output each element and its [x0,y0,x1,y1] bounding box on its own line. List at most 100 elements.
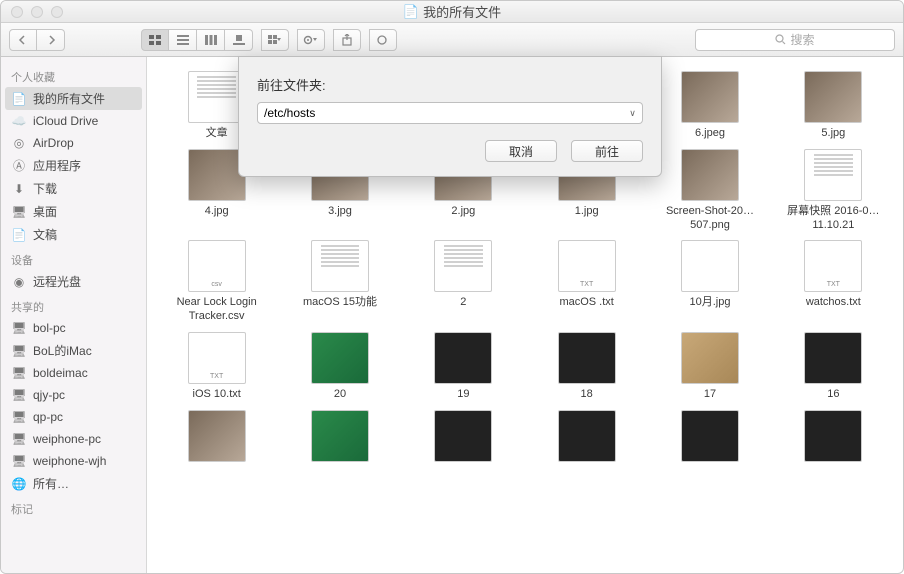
sidebar-item[interactable]: ◉ 远程光盘 [1,270,146,293]
sidebar: 个人收藏 📄 我的所有文件 ☁️iCloud Drive ◎ AirDrop Ⓐ应用程序⬇下… [1,57,147,573]
files-icon: 📄 [11,91,27,107]
cloud-icon: ☁️ [11,113,27,129]
file-item[interactable]: 2 [404,240,523,324]
file-item[interactable] [280,410,399,466]
globe-icon: 🌐 [11,476,27,492]
display-icon: 🖥 [11,365,27,381]
sidebar-item-label: 所有… [33,475,69,492]
cancel-button[interactable]: 取消 [485,140,557,162]
file-item[interactable] [404,410,523,466]
sidebar-item[interactable]: 🖥boldeimac [1,362,146,384]
coverflow-view-button[interactable] [225,29,253,51]
file-thumbnail [434,240,492,292]
file-item[interactable]: 19 [404,332,523,402]
file-item[interactable]: macOS .txt [527,240,646,324]
tags-button[interactable] [369,29,397,51]
file-thumbnail [188,240,246,292]
file-item[interactable]: 6.jpeg [650,71,769,141]
file-item[interactable] [527,410,646,466]
folder-path-input[interactable] [257,102,627,124]
sidebar-item[interactable]: 🖥BoL的iMac [1,339,146,362]
forward-button[interactable] [37,29,65,51]
file-label: 文章 [206,127,228,141]
apps-icon: Ⓐ [11,158,27,174]
search-icon [775,34,786,45]
file-label: 5.jpg [821,127,845,141]
file-item[interactable] [650,410,769,466]
file-item[interactable]: 17 [650,332,769,402]
icon-view-button[interactable] [141,29,169,51]
file-item[interactable]: iOS 10.txt [157,332,276,402]
file-thumbnail [804,240,862,292]
file-item[interactable]: Near Lock Login Tracker.csv [157,240,276,324]
file-thumbnail [804,332,862,384]
file-item[interactable]: 16 [774,332,893,402]
file-item[interactable]: 18 [527,332,646,402]
sidebar-item-label: 我的所有文件 [33,90,105,107]
sidebar-item[interactable]: 🖥qp-pc [1,406,146,428]
sidebar-item-label: bol-pc [33,321,66,335]
file-thumbnail [311,410,369,462]
file-thumbnail [188,71,246,123]
go-button[interactable]: 前往 [571,140,643,162]
sidebar-item[interactable]: 🖥qjy-pc [1,384,146,406]
sidebar-item[interactable]: Ⓐ应用程序 [1,154,146,177]
view-mode-buttons [141,29,253,51]
share-button[interactable] [333,29,361,51]
sidebar-item[interactable]: 🖥weiphone-wjh [1,450,146,472]
file-item[interactable]: 5.jpg [774,71,893,141]
arrange-button[interactable] [261,29,289,51]
file-thumbnail [681,149,739,201]
search-field[interactable]: 搜索 [695,29,895,51]
sidebar-item-label: qp-pc [33,410,63,424]
airdrop-icon: ◎ [11,135,27,151]
sidebar-item-label: AirDrop [33,136,74,150]
file-label: 3.jpg [328,205,352,219]
file-item[interactable]: watchos.txt [774,240,893,324]
file-item[interactable]: Screen-Shot-20…507.png [650,149,769,233]
sidebar-item[interactable]: 📄文稿 [1,223,146,246]
file-thumbnail [434,410,492,462]
dialog-label: 前往文件夹: [257,75,643,94]
file-label: 10月.jpg [690,296,731,310]
pc-icon: 🖥 [11,387,27,403]
sidebar-heading: 标记 [1,495,146,519]
file-label: iOS 10.txt [193,388,241,402]
column-view-button[interactable] [197,29,225,51]
sidebar-item[interactable]: ⬇下载 [1,177,146,200]
file-item[interactable]: 10月.jpg [650,240,769,324]
file-label: 17 [704,388,716,402]
disc-icon: ◉ [11,274,27,290]
file-item[interactable]: macOS 15功能 [280,240,399,324]
file-label: macOS .txt [559,296,613,310]
back-button[interactable] [9,29,37,51]
sidebar-item[interactable]: 🖥bol-pc [1,317,146,339]
file-thumbnail [681,410,739,462]
nav-buttons [9,29,65,51]
sidebar-heading: 个人收藏 [1,63,146,87]
sidebar-item[interactable]: ◎ AirDrop [1,132,146,154]
file-thumbnail [311,332,369,384]
file-label: Screen-Shot-20…507.png [655,205,765,233]
sidebar-item[interactable]: ☁️iCloud Drive [1,110,146,132]
file-thumbnail [804,149,862,201]
sidebar-item-label: weiphone-wjh [33,454,106,468]
file-thumbnail [188,149,246,201]
sidebar-item[interactable]: 📄 我的所有文件 [5,87,142,110]
list-view-button[interactable] [169,29,197,51]
file-item[interactable] [774,410,893,466]
path-history-dropdown[interactable]: ∨ [623,102,643,124]
file-thumbnail [558,410,616,462]
file-label: 1.jpg [575,205,599,219]
file-label: 16 [827,388,839,402]
sidebar-item[interactable]: 🖥桌面 [1,200,146,223]
file-label: 20 [334,388,346,402]
file-thumbnail [188,332,246,384]
action-button[interactable] [297,29,325,51]
sidebar-item[interactable]: 🌐 所有… [1,472,146,495]
sidebar-item-label: 远程光盘 [33,273,81,290]
sidebar-item[interactable]: 🖥weiphone-pc [1,428,146,450]
file-item[interactable]: 屏幕快照 2016-0…11.10.21 [774,149,893,233]
file-item[interactable]: 20 [280,332,399,402]
file-item[interactable] [157,410,276,466]
